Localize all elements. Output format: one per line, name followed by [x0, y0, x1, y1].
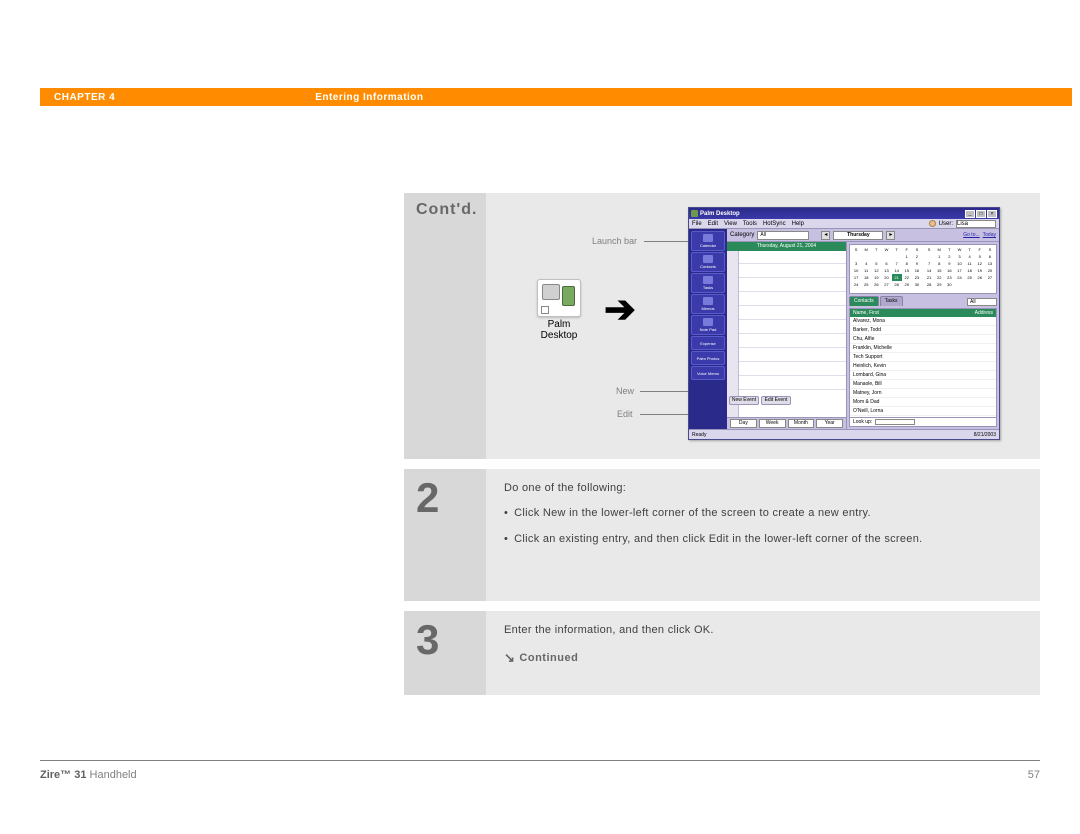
tab-tasks[interactable]: Tasks: [880, 296, 903, 306]
status-bar: Ready 8/21/2003: [689, 429, 999, 439]
menu-hotsync[interactable]: HotSync: [763, 221, 786, 227]
app-icon: [691, 210, 698, 217]
day-grid[interactable]: [727, 251, 846, 417]
step-contd-box: Cont'd.: [404, 193, 486, 459]
view-year[interactable]: Year: [816, 419, 843, 428]
list-item[interactable]: Manaole, Bill: [850, 380, 996, 389]
list-item[interactable]: Alvarez, Mona: [850, 317, 996, 326]
new-event-button[interactable]: New Event: [729, 396, 759, 405]
contact-filter-dropdown[interactable]: All: [967, 298, 997, 306]
contact-header-addr: Address: [975, 310, 993, 316]
header-bar: CHAPTER 4 Entering Information: [40, 88, 1072, 106]
category-row: Category All ◂ Thursday ▸ Go to... Today: [727, 229, 999, 242]
lookup-label: Look up:: [853, 419, 872, 425]
lookup-input[interactable]: [875, 419, 915, 425]
menu-edit[interactable]: Edit: [708, 221, 718, 227]
menu-view[interactable]: View: [724, 221, 737, 227]
edit-event-button[interactable]: Edit Event: [761, 396, 791, 405]
chapter-label: CHAPTER 4: [54, 92, 115, 103]
launch-memos[interactable]: Memos: [691, 294, 725, 314]
view-day[interactable]: Day: [730, 419, 757, 428]
list-item[interactable]: Matney, Jorn: [850, 389, 996, 398]
footer: Zire™ 31 Handheld 57: [40, 760, 1040, 781]
category-label: Category: [730, 232, 754, 238]
menubar: File Edit View Tools HotSync Help User: …: [689, 219, 999, 229]
step-3-box: 3: [404, 611, 486, 695]
step-number-3: 3: [416, 619, 439, 661]
user-label: User:: [939, 221, 953, 227]
goto-link[interactable]: Go to...: [963, 232, 979, 238]
step-2-lead: Do one of the following:: [504, 481, 1022, 496]
launch-calendar[interactable]: Calendar: [691, 231, 725, 251]
list-item[interactable]: O'Neill, Lorna: [850, 407, 996, 416]
view-week[interactable]: Week: [759, 419, 786, 428]
tab-contacts[interactable]: Contacts: [849, 296, 879, 306]
list-item[interactable]: Lombard, Gina: [850, 371, 996, 380]
launch-tasks[interactable]: Tasks: [691, 273, 725, 293]
contact-list[interactable]: Alvarez, Mona Barker, Todd Chu, Alfie Fr…: [850, 317, 996, 417]
launch-bar: Calendar Contacts Tasks Memos Note Pad E…: [689, 229, 727, 429]
list-item[interactable]: Tech Support: [850, 353, 996, 362]
step-2-bullet-1: Click New in the lower-left corner of th…: [514, 506, 871, 521]
maximize-button[interactable]: □: [976, 210, 986, 218]
contact-header-name: Name, First: [853, 310, 879, 316]
list-item[interactable]: Barker, Todd: [850, 326, 996, 335]
titlebar: Palm Desktop _ □ ×: [689, 208, 999, 219]
step-2-content: Do one of the following: •Click New in t…: [486, 469, 1040, 601]
close-button[interactable]: ×: [987, 210, 997, 218]
day-view: Thursday, August 21, 2004: [727, 242, 847, 429]
arrow-right-icon: ➔: [604, 287, 636, 332]
minimize-button[interactable]: _: [965, 210, 975, 218]
launch-voicememo[interactable]: Voice Memo: [691, 366, 725, 380]
product-name-bold: Zire™ 31: [40, 769, 86, 781]
contact-panel: Name, First Address Alvarez, Mona Barker…: [849, 308, 997, 427]
continued-label: Continued: [519, 652, 578, 664]
list-item[interactable]: Chu, Alfie: [850, 335, 996, 344]
status-date: 8/21/2003: [974, 432, 996, 438]
launch-contacts[interactable]: Contacts: [691, 252, 725, 272]
product-name-rest: Handheld: [86, 769, 136, 781]
list-item[interactable]: Heinlich, Kevin: [850, 362, 996, 371]
mini-calendar[interactable]: SMTWTFS 12 3456789 10111213141516 171819…: [849, 244, 997, 294]
day-header: Thursday, August 21, 2004: [727, 242, 846, 251]
shortcut-label: Palm Desktop: [528, 319, 590, 341]
launch-notepad[interactable]: Note Pad: [691, 315, 725, 335]
continued-arrow-icon: ↘: [504, 650, 515, 666]
today-link[interactable]: Today: [983, 232, 996, 238]
status-text: Ready: [692, 432, 706, 438]
menu-tools[interactable]: Tools: [743, 221, 757, 227]
step-2-bullet-2: Click an existing entry, and then click …: [514, 532, 922, 547]
view-month[interactable]: Month: [788, 419, 815, 428]
page-number: 57: [1028, 769, 1040, 781]
palm-desktop-window: Palm Desktop _ □ × File Edit View Tools …: [688, 207, 1000, 440]
step-3-content: Enter the information, and then click OK…: [486, 611, 1040, 695]
category-dropdown[interactable]: All: [757, 231, 809, 240]
view-tabs-bar: Day Week Month Year: [727, 417, 846, 429]
user-dropdown[interactable]: Lisa: [956, 220, 996, 228]
step-number-2: 2: [416, 477, 439, 519]
next-day-button[interactable]: ▸: [886, 231, 895, 240]
list-item[interactable]: Franklin, Michelle: [850, 344, 996, 353]
step-2-box: 2: [404, 469, 486, 601]
day-name: Thursday: [833, 231, 883, 240]
window-title: Palm Desktop: [700, 211, 740, 217]
callout-edit: Edit: [617, 409, 633, 419]
launch-photos[interactable]: Palm Photos: [691, 351, 725, 365]
user-avatar-icon: [929, 220, 936, 227]
step-3-lead: Enter the information, and then click OK…: [504, 623, 1022, 638]
menu-help[interactable]: Help: [792, 221, 804, 227]
callout-new: New: [616, 386, 634, 396]
launch-expense[interactable]: Expense: [691, 336, 725, 350]
section-title: Entering Information: [315, 92, 423, 103]
prev-day-button[interactable]: ◂: [821, 231, 830, 240]
list-item[interactable]: Mom & Dad: [850, 398, 996, 407]
palm-desktop-shortcut[interactable]: Palm Desktop: [528, 279, 590, 341]
callout-launch-bar: Launch bar: [592, 236, 637, 246]
desktop-shortcut-icon: [537, 279, 581, 317]
menu-file[interactable]: File: [692, 221, 702, 227]
contd-label: Cont'd.: [416, 201, 477, 219]
